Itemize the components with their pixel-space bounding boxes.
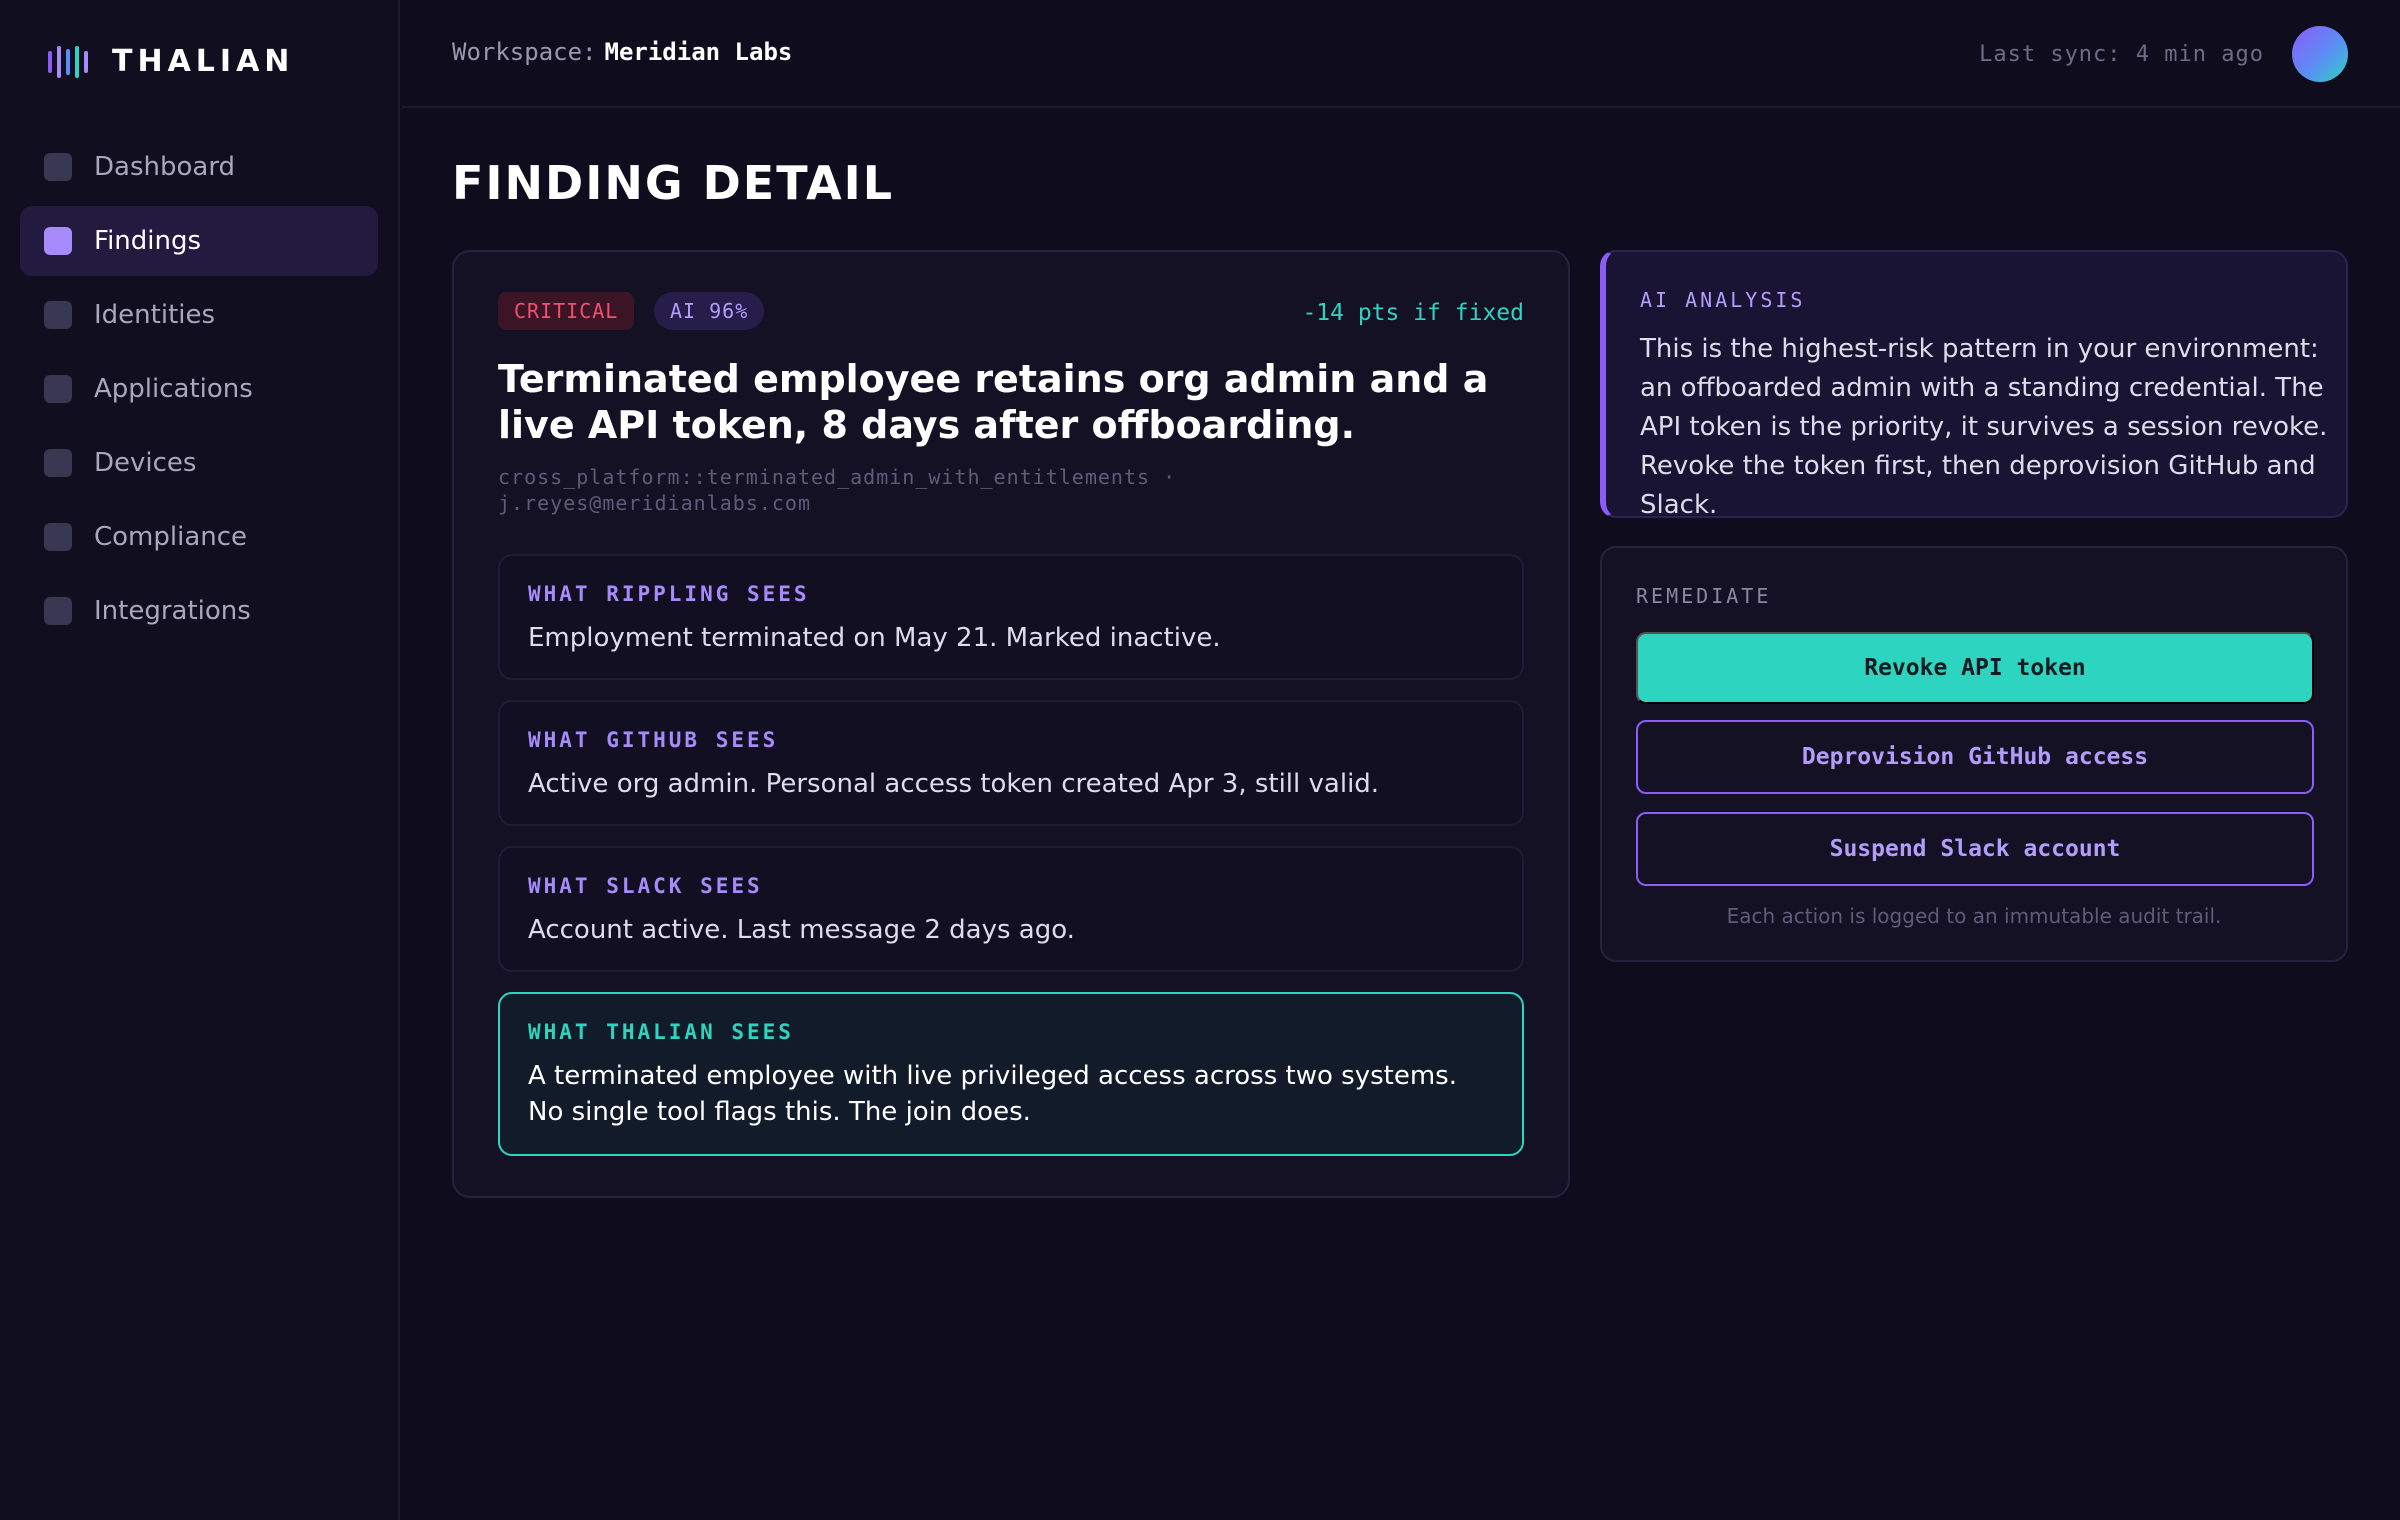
perspective-text: Account active. Last message 2 days ago. — [528, 915, 1075, 945]
workspace-name: Meridian Labs — [604, 38, 793, 66]
sidebar-item-compliance[interactable]: Compliance — [20, 502, 378, 572]
perspective-label: WHAT GITHUB SEES — [528, 728, 779, 752]
ai-analysis-card: AI ANALYSIS This is the highest-risk pat… — [1600, 250, 2348, 520]
sidebar-item-label: Integrations — [94, 596, 251, 626]
brand-name: THALIAN — [112, 44, 295, 79]
devices-icon — [44, 449, 72, 477]
subject-email[interactable]: j.reyes@meridianlabs.com — [498, 491, 811, 515]
integrations-icon — [44, 597, 72, 625]
sidebar-item-label: Compliance — [94, 522, 248, 552]
sidebar-item-label: Dashboard — [94, 152, 236, 182]
sidebar-nav: Dashboard Findings Identities Applicatio… — [20, 132, 378, 650]
ai-analysis-text: This is the highest-risk pattern in your… — [1640, 334, 2328, 520]
remediate-label: REMEDIATE — [1636, 584, 1772, 608]
findings-icon — [44, 227, 72, 255]
finding-card: CRITICAL AI 96% -14 pts if fixed Termina… — [452, 250, 1570, 1198]
finding-meta: cross_platform::terminated_admin_with_en… — [498, 464, 1498, 516]
last-sync-status: Last sync: 4 min ago — [1979, 42, 2264, 67]
applications-icon — [44, 375, 72, 403]
github-perspective: WHAT GITHUB SEES Active org admin. Perso… — [498, 700, 1524, 826]
identities-icon — [44, 301, 72, 329]
sidebar-item-label: Applications — [94, 374, 253, 404]
perspective-text: Active org admin. Personal access token … — [528, 769, 1380, 799]
brand[interactable]: THALIAN — [48, 44, 294, 79]
meta-separator: · — [1163, 465, 1177, 489]
dashboard-icon — [44, 153, 72, 181]
perspective-label: WHAT RIPPLING SEES — [528, 582, 810, 606]
sidebar: THALIAN Dashboard Findings Identities Ap… — [0, 0, 400, 1520]
ai-analysis-label: AI ANALYSIS — [1640, 288, 1806, 312]
sidebar-item-integrations[interactable]: Integrations — [20, 576, 378, 646]
rule-id: cross_platform::terminated_admin_with_en… — [498, 465, 1151, 489]
perspective-text: Employment terminated on May 21. Marked … — [528, 623, 1221, 653]
finding-title: Terminated employee retains org admin an… — [498, 357, 1489, 447]
sidebar-item-label: Devices — [94, 448, 197, 478]
thalian-perspective: WHAT THALIAN SEES A terminated employee … — [498, 992, 1524, 1156]
rippling-perspective: WHAT RIPPLING SEES Employment terminated… — [498, 554, 1524, 680]
page-title: FINDING DETAIL — [452, 156, 895, 210]
sidebar-item-findings[interactable]: Findings — [20, 206, 378, 276]
workspace-label: Workspace: — [452, 38, 597, 66]
slack-perspective: WHAT SLACK SEES Account active. Last mes… — [498, 846, 1524, 972]
user-avatar[interactable] — [2292, 26, 2348, 82]
sidebar-item-label: Findings — [94, 226, 202, 256]
sidebar-item-applications[interactable]: Applications — [20, 354, 378, 424]
sidebar-item-label: Identities — [94, 300, 216, 330]
remediate-card: REMEDIATE Revoke API token Deprovision G… — [1600, 546, 2348, 962]
sidebar-item-identities[interactable]: Identities — [20, 280, 378, 350]
sidebar-item-dashboard[interactable]: Dashboard — [20, 132, 378, 202]
top-bar: Workspace: Meridian Labs Last sync: 4 min… — [402, 0, 2400, 108]
perspective-label: WHAT THALIAN SEES — [528, 1020, 794, 1044]
compliance-icon — [44, 523, 72, 551]
audit-note: Each action is logged to an immutable au… — [1726, 904, 2222, 928]
ai-confidence-badge: AI 96% — [654, 292, 765, 330]
suspend-slack-button[interactable]: Suspend Slack account — [1636, 812, 2314, 886]
score-impact: -14 pts if fixed — [1302, 300, 1524, 326]
workspace-indicator[interactable]: Workspace: Meridian Labs — [452, 38, 792, 66]
deprovision-github-button[interactable]: Deprovision GitHub access — [1636, 720, 2314, 794]
sidebar-item-devices[interactable]: Devices — [20, 428, 378, 498]
severity-badge: CRITICAL — [498, 292, 635, 330]
perspective-label: WHAT SLACK SEES — [528, 874, 763, 898]
thalian-logo-icon — [48, 45, 88, 78]
perspective-text: A terminated employee with live privileg… — [528, 1061, 1457, 1127]
revoke-api-token-button[interactable]: Revoke API token — [1636, 632, 2314, 704]
